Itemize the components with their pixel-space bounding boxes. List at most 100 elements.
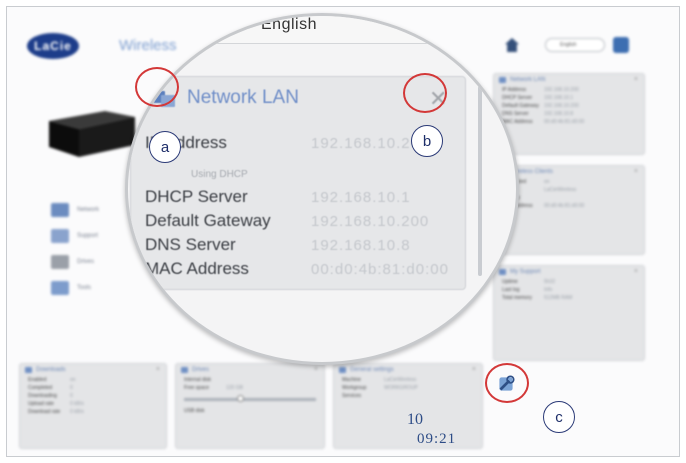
widget-row: DHCP Server 192.168.10.1 <box>494 94 644 102</box>
settings-icon <box>339 367 346 373</box>
row-key: MAC Address <box>502 119 533 125</box>
download-icon <box>25 367 32 373</box>
widget-row: Download rate 0 kB/s <box>20 408 166 416</box>
drive-icon <box>51 255 69 269</box>
row-key: DNS Server <box>502 111 529 117</box>
callout-a: a <box>149 131 181 163</box>
row-key: Downloading <box>28 393 57 399</box>
row-value: 0 kB/s <box>70 409 84 415</box>
drive-icon <box>181 367 188 373</box>
close-icon[interactable]: × <box>634 168 638 175</box>
widget-support: My Support × Uptime 5h32 Last log Info Tota… <box>493 265 645 361</box>
widget-title: Network LAN <box>510 77 546 83</box>
widget-row: Uptime 5h32 <box>494 278 644 286</box>
field-subtext: Using DHCP <box>191 169 248 180</box>
network-icon <box>51 203 69 217</box>
widget-header: Downloads × <box>20 364 166 376</box>
callout-b: b <box>411 125 443 157</box>
row-key: Last log <box>502 287 520 293</box>
widget-general-settings: General settings × Machine LaCieWireless W… <box>333 363 483 449</box>
row-key: Services <box>342 393 362 399</box>
support-icon <box>51 229 69 243</box>
widget-row: Upload rate 0 kB/s <box>20 400 166 408</box>
row-key: USB disk <box>184 408 205 414</box>
scrollbar[interactable] <box>478 86 482 276</box>
support-icon <box>499 269 506 275</box>
row-key: Enabled <box>28 377 47 383</box>
language-label[interactable]: English <box>261 16 317 34</box>
widget-row: Last log Info <box>494 286 644 294</box>
close-icon[interactable]: × <box>314 366 318 373</box>
zoomed-header-bar <box>128 16 516 44</box>
sidebar-item-drives[interactable]: Drives <box>51 249 99 275</box>
row-value: Info <box>544 287 553 293</box>
field-label: DHCP Server <box>145 187 248 206</box>
widget-network-lan: Network LAN × IP Address 192.168.10.200 DH… <box>493 73 645 155</box>
sidebar-item-label: Drives <box>77 259 95 265</box>
row-value: LaCieWireless <box>384 377 417 383</box>
row-value: 00:d0:4b:81:d0:00 <box>544 119 585 125</box>
widget-row: Internal disk <box>176 376 324 384</box>
clock-date: 10 <box>407 411 423 428</box>
row-key: Default Gateway <box>502 103 539 109</box>
field-label: MAC Address <box>145 259 249 278</box>
row-value: 00:d0:4b:81:d0:00 <box>544 203 585 209</box>
widget-row: Default Gateway 192.168.10.200 <box>494 102 644 110</box>
clock-time: 09:21 <box>417 431 457 447</box>
account-icon[interactable] <box>613 37 629 53</box>
lacie-logo[interactable]: LaCie <box>27 33 79 59</box>
widget-title: My Support <box>510 269 541 275</box>
row-key: Machine <box>342 377 361 383</box>
widget-row: Total memory 512MB RAM <box>494 294 644 302</box>
row-key: Total memory <box>502 295 533 301</box>
row-key: DHCP Server <box>502 95 533 101</box>
row-value: 0 <box>70 393 73 399</box>
row-value: 120 GB <box>226 385 243 391</box>
widget-downloads: Downloads × Enabled on Completed 0 Download… <box>19 363 167 449</box>
row-key: Download rate <box>28 409 61 415</box>
language-select[interactable]: English <box>545 38 605 52</box>
widget-row: Workgroup WORKGROUP <box>334 384 482 392</box>
row-key: Completed <box>28 385 53 391</box>
widget-row: Downloading 0 <box>20 392 166 400</box>
sidebar-item-tools[interactable]: Tools <box>51 275 99 301</box>
sidebar-item-label: Network <box>77 207 100 213</box>
widget-row: Free space 120 GB <box>176 384 324 392</box>
disk-usage-slider[interactable] <box>184 395 316 402</box>
widget-drives: Drives × Internal disk Free space 120 GB U… <box>175 363 325 449</box>
callout-c: c <box>543 401 575 433</box>
sidebar-item-label: Tools <box>77 285 92 291</box>
network-icon <box>499 77 506 83</box>
row-value: 5h32 <box>544 279 556 285</box>
widget-row: USB disk <box>176 407 324 415</box>
row-key: IP Address <box>502 87 527 93</box>
sidebar-item-network[interactable]: Network <box>51 197 99 223</box>
row-value: 0 kB/s <box>70 401 84 407</box>
panel-title: Network LAN <box>187 87 299 108</box>
slider-knob[interactable] <box>236 395 244 402</box>
widget-row: Services <box>334 392 482 400</box>
close-icon[interactable]: × <box>634 268 638 275</box>
sidebar-item-support[interactable]: Support <box>51 223 99 249</box>
app-window: LaCie Wireless Network Support Drives To… <box>6 6 680 457</box>
widget-title: Drives <box>192 367 210 373</box>
row-value: 192.168.10.1 <box>544 95 574 101</box>
row-value: 192.168.10.8 <box>544 111 574 117</box>
close-icon[interactable]: × <box>472 366 476 373</box>
row-value: WORKGROUP <box>384 385 418 391</box>
magnifier-lens: English Network LAN ✕ IP Address 192.168… <box>125 13 519 365</box>
device-image <box>49 111 135 157</box>
field-value: 192.168.10.200 <box>311 213 430 230</box>
row-value: LaCieWireless <box>544 187 577 193</box>
widget-row: MAC Address 00:d0:4b:81:d0:00 <box>494 118 644 126</box>
row-key: Internal disk <box>184 377 211 383</box>
close-icon[interactable]: × <box>156 366 160 373</box>
field-value: 192.168.10.1 <box>311 189 411 206</box>
highlight-ring-settings <box>485 363 529 403</box>
close-icon[interactable]: × <box>634 76 638 83</box>
field-value: 192.168.10.8 <box>311 237 411 254</box>
row-key: Upload rate <box>28 401 54 407</box>
row-value: 0 <box>70 385 73 391</box>
widget-row: DNS Server 192.168.10.8 <box>494 110 644 118</box>
row-key: Free space <box>184 385 210 391</box>
